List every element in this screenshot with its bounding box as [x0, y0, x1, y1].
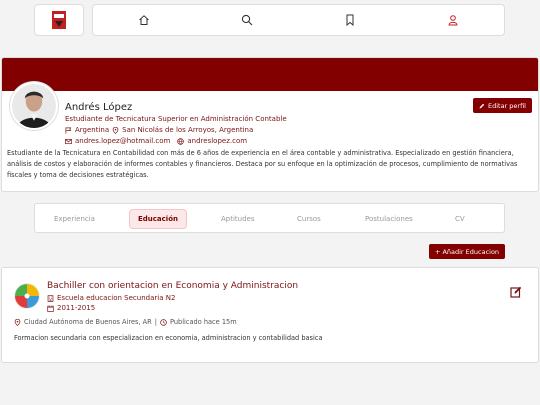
profile-name: Andrés López [65, 102, 133, 113]
edit-profile-label: Editar perfil [487, 101, 526, 110]
education-period: 2011-2015 [57, 304, 96, 312]
nav-home[interactable] [132, 8, 156, 32]
logo-icon [52, 11, 66, 29]
flag-icon [65, 126, 72, 134]
calendar-icon [47, 304, 54, 312]
edit-profile-button[interactable]: Editar perfil [472, 98, 532, 113]
profile-country: Argentina [75, 126, 110, 134]
clock-icon [160, 318, 167, 326]
location-row: Argentina San Nicolás de los Arroyos, Ar… [65, 126, 253, 134]
education-published: Publicado hace 15m [169, 318, 237, 326]
nav-profile[interactable] [441, 8, 465, 32]
education-location: Ciudad Autónoma de Buenos Aires, AR [24, 318, 152, 326]
pencil-icon [479, 103, 485, 108]
mail-icon [65, 138, 72, 144]
building-icon [47, 294, 54, 302]
top-navbar [92, 4, 505, 36]
search-icon [241, 14, 253, 26]
globe-icon [177, 137, 185, 145]
user-icon [448, 15, 458, 26]
contact-row: andres.lopez@hotmail.com andreslopez.com [65, 137, 247, 145]
avatar [10, 82, 58, 130]
add-education-button[interactable]: + Añadir Educacion [429, 244, 505, 259]
tab-postulaciones[interactable]: Postulaciones [365, 210, 413, 228]
education-school-row: Escuela educacion Secundaria N2 [47, 294, 175, 302]
education-location-row: Ciudad Autónoma de Buenos Aires, AR | Pu… [14, 318, 237, 326]
tab-aptitudes[interactable]: Aptitudes [221, 210, 255, 228]
profile-city: San Nicolás de los Arroyos, Argentina [122, 126, 254, 134]
tab-educacion[interactable]: Educación [130, 210, 186, 228]
nav-search[interactable] [235, 8, 259, 32]
profile-card: Andrés López Estudiante de Tecnicatura S… [1, 57, 539, 192]
education-school: Escuela educacion Secundaria N2 [57, 294, 176, 302]
tab-experiencia[interactable]: Experiencia [54, 210, 95, 228]
education-period-row: 2011-2015 [47, 304, 95, 312]
edit-education-icon[interactable] [510, 286, 522, 298]
location-separator: | [154, 318, 157, 326]
education-card: Bachiller con orientacion en Economia y … [1, 267, 539, 363]
education-description: Formacion secundaria con especializacion… [14, 334, 323, 342]
nav-bookmarks[interactable] [338, 8, 362, 32]
tab-cv[interactable]: CV [455, 210, 465, 228]
map-pin-icon [14, 318, 21, 326]
school-logo-icon [14, 283, 40, 309]
map-pin-icon [112, 126, 119, 134]
avatar-photo [12, 84, 56, 128]
profile-banner [2, 58, 538, 91]
profile-title: Estudiante de Tecnicatura Superior en Ad… [65, 115, 287, 123]
profile-tabs: Experiencia Educación Aptitudes Cursos P… [34, 203, 505, 233]
home-icon [139, 15, 150, 25]
tab-cursos[interactable]: Cursos [297, 210, 321, 228]
app-logo[interactable] [34, 4, 84, 36]
profile-website[interactable]: andreslopez.com [187, 137, 247, 145]
profile-email[interactable]: andres.lopez@hotmail.com [75, 137, 170, 145]
profile-bio: Estudiante de la Tecnicatura en Contabil… [7, 149, 518, 179]
bookmark-icon [346, 14, 354, 26]
education-title: Bachiller con orientacion en Economia y … [47, 281, 299, 291]
